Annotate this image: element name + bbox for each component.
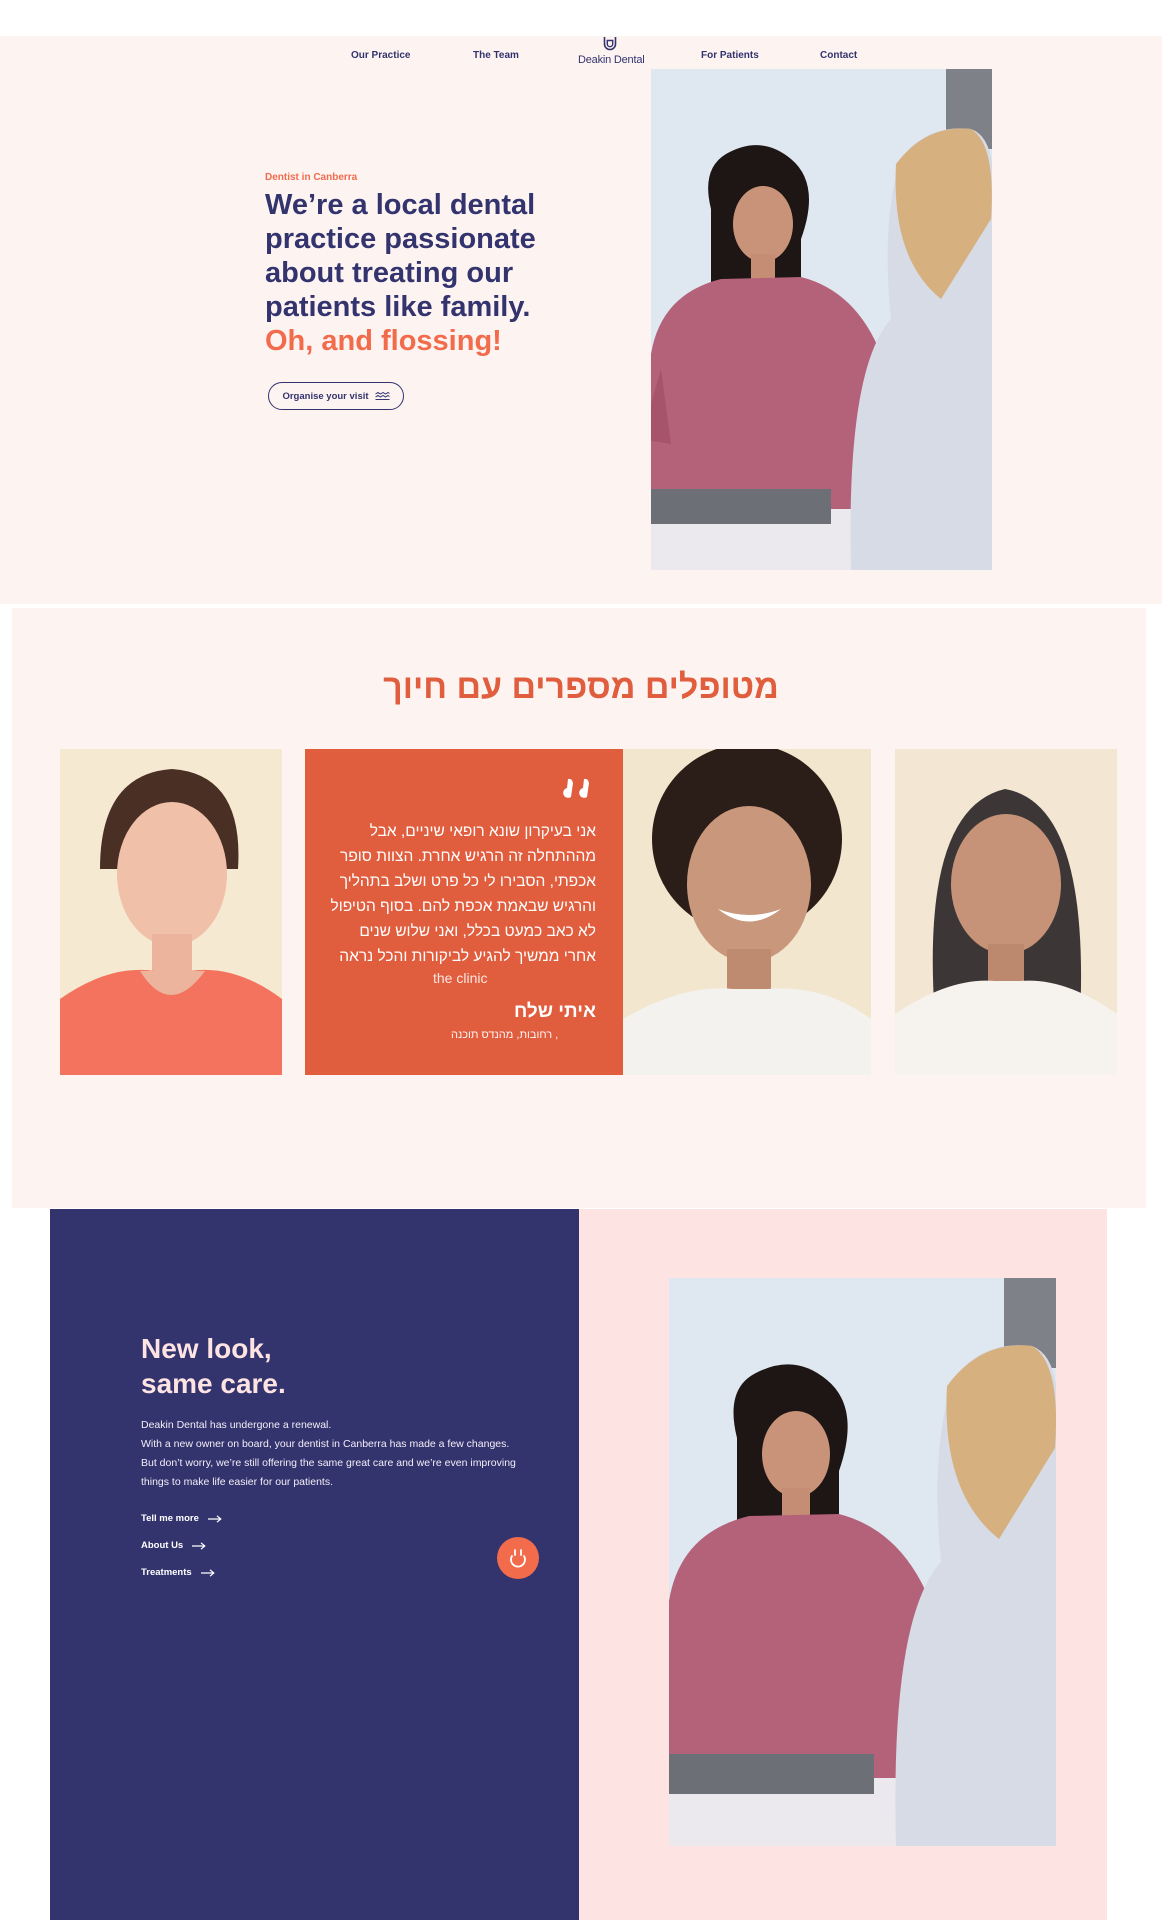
logo[interactable]: Deakin Dental [578,36,645,66]
organise-visit-button[interactable]: Organise your visit [268,382,404,410]
nav-our-practice[interactable]: Our Practice [351,50,410,61]
organise-visit-label: Organise your visit [282,390,369,402]
renewal-body-line-1: Deakin Dental has undergone a renewal. [141,1419,332,1431]
quote-icon [563,778,589,798]
patient-photo-woman [60,749,282,1075]
about-us-label: About Us [141,1540,184,1551]
tell-me-more-link[interactable]: Tell me more [141,1513,222,1524]
hero-dentist-photo [651,69,992,570]
testimonial-author: איתי שלח [513,1001,596,1022]
testimonial-quote-tail: the clinic [433,970,488,986]
wave-icon [374,392,390,400]
hero-headline: We’re a local dental practice passionate… [265,189,536,323]
smile-chat-button[interactable] [497,1537,539,1579]
logo-text: Deakin Dental [578,54,645,66]
renewal-body-line-2: With a new owner on board, your dentist … [141,1438,516,1488]
testimonial-author-role: , רחובות, מהנדס תוכנה [451,1029,559,1041]
patient-photo-curly-man [623,749,871,1075]
hero-headline-accent: Oh, and flossing! [265,325,502,357]
dental-shield-icon [603,37,617,51]
treatments-link[interactable]: Treatments [141,1567,215,1578]
arrow-right-icon [207,1514,222,1523]
arrow-right-icon [192,1541,206,1550]
arrow-right-icon [200,1568,215,1577]
renewal-title: New look, same care. [141,1331,441,1401]
about-us-link[interactable]: About Us [141,1540,206,1551]
smile-icon [510,1549,526,1568]
nav-the-team[interactable]: The Team [473,50,519,61]
testimonials-title: מטופלים מספרים עם חיוך [383,668,779,706]
testimonial-quote: אני בעיקרון שונא רופאי שיניים, אבל מההתח… [330,823,596,965]
renewal-body: Deakin Dental has undergone a renewal. W… [141,1416,521,1492]
treatments-label: Treatments [141,1567,192,1578]
hero-eyebrow: Dentist in Canberra [265,172,358,183]
tell-me-more-label: Tell me more [141,1513,199,1524]
testimonial-quote-card: אני בעיקרון שונא רופאי שיניים, אבל מההתח… [305,749,623,1075]
nav-for-patients[interactable]: For Patients [701,50,759,61]
renewal-title-line-1: New look, [141,1333,272,1364]
renewal-title-line-2: same care. [141,1368,286,1399]
patient-photo-grey-haired-woman [895,749,1117,1075]
renewal-dentist-photo [669,1278,1056,1846]
nav-contact[interactable]: Contact [820,50,857,61]
